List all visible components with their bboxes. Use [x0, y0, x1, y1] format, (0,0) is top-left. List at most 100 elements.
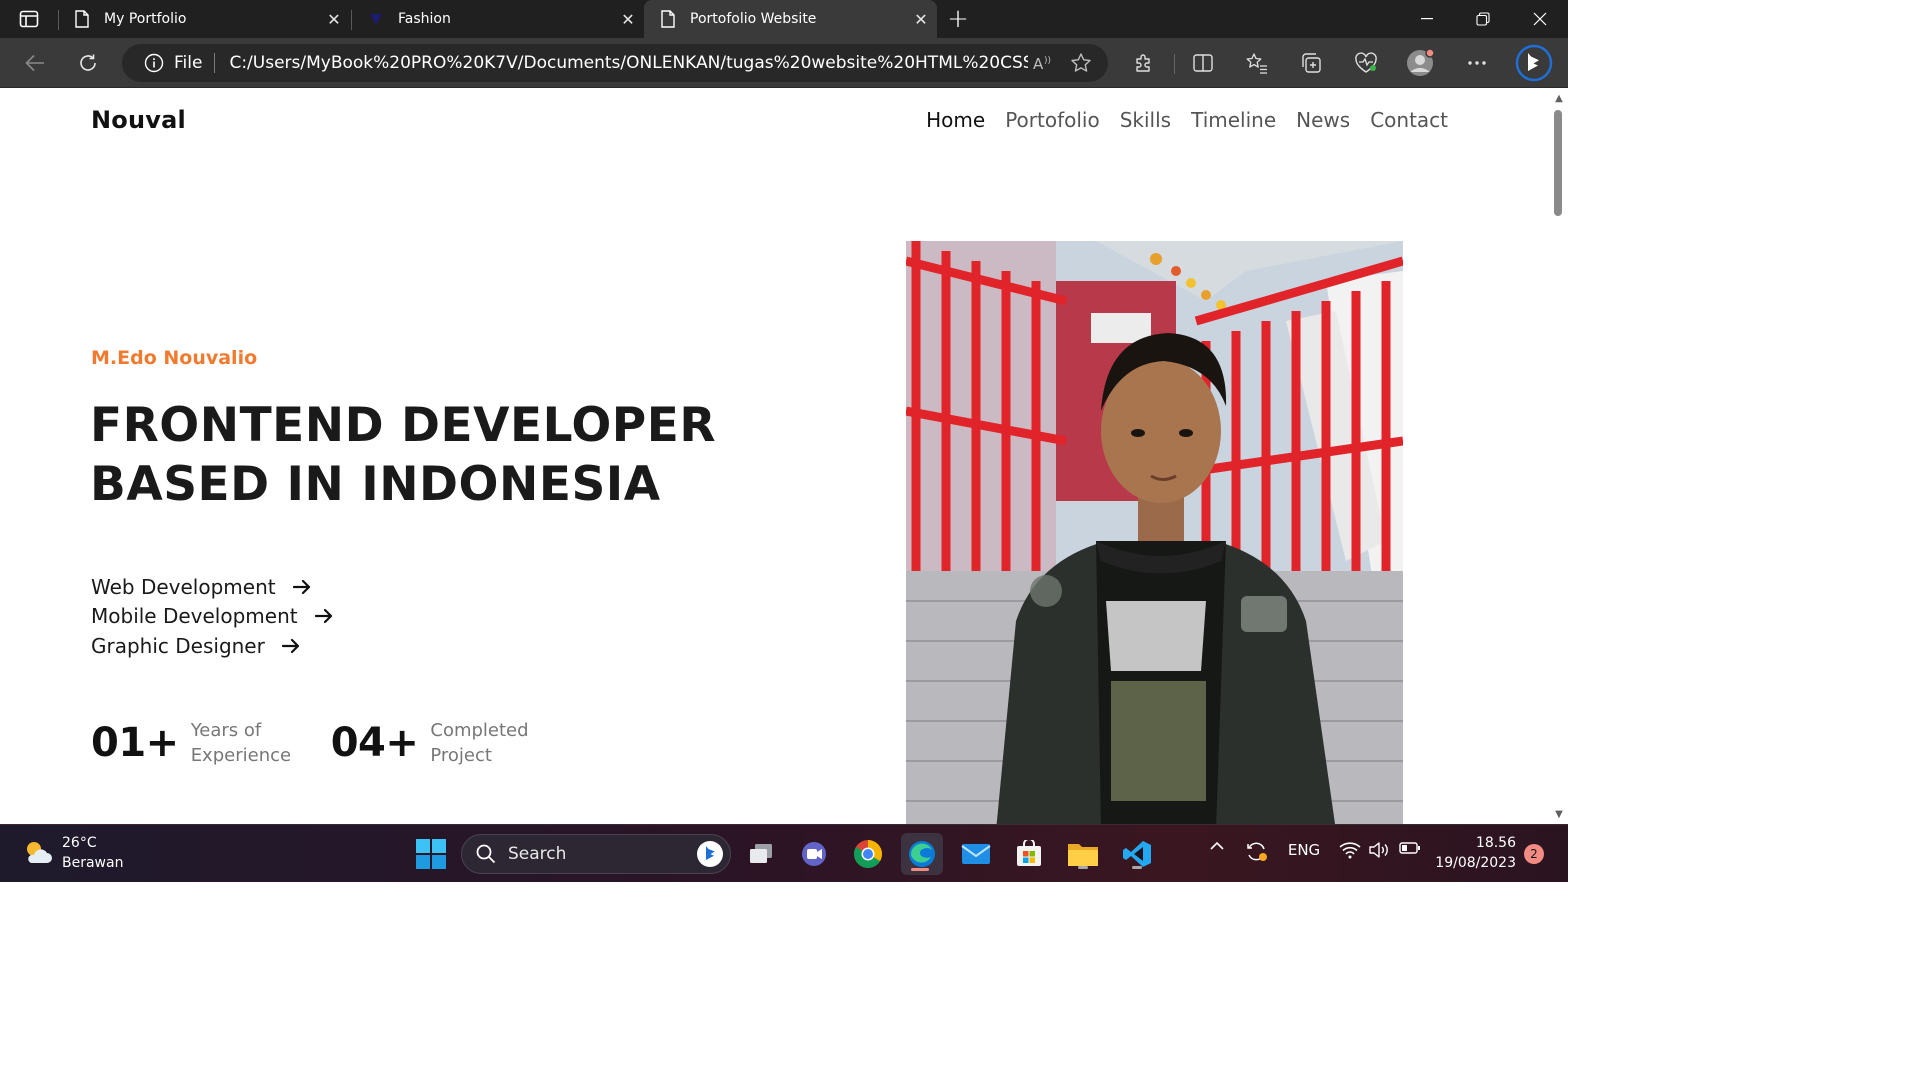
url-divider: [214, 53, 216, 73]
hero-name: M.Edo Nouvalio: [91, 347, 258, 369]
mail-icon[interactable]: [957, 835, 995, 873]
svg-text:)): )): [1044, 56, 1051, 66]
bing-copilot-icon[interactable]: [1514, 44, 1554, 82]
nav-skills[interactable]: Skills: [1120, 108, 1171, 132]
tab-title: Fashion: [398, 11, 451, 27]
tab-my-portfolio[interactable]: My Portfolio ✕: [58, 0, 350, 38]
extensions-icon[interactable]: [1128, 48, 1160, 78]
stat-experience: 01+ Years of Experience: [91, 718, 301, 768]
hero-title: FRONTEND DEVELOPER BASED IN INDONESIA: [90, 396, 810, 514]
address-bar[interactable]: File C:/Users/MyBook%20PRO%20K7V/Documen…: [122, 44, 1108, 82]
more-options-icon[interactable]: [1461, 48, 1493, 78]
tab-portofolio-website[interactable]: Portofolio Website ✕: [644, 0, 937, 38]
vscode-icon[interactable]: [1118, 835, 1156, 873]
info-icon[interactable]: [144, 53, 164, 73]
close-window-icon[interactable]: [1512, 0, 1568, 38]
arrow-right-icon: [314, 606, 334, 626]
tab-fashion[interactable]: Fashion ✕: [352, 0, 644, 38]
service-label: Graphic Designer: [91, 633, 265, 658]
taskbar-search[interactable]: Search: [461, 834, 731, 874]
url-text[interactable]: C:/Users/MyBook%20PRO%20K7V/Documents/ON…: [229, 53, 1028, 73]
main-nav: Home Portofolio Skills Timeline News Con…: [926, 108, 1448, 132]
page-icon: [660, 10, 676, 28]
collections-icon[interactable]: [1295, 48, 1327, 78]
arrow-right-icon: [292, 577, 312, 597]
battery-icon[interactable]: [1397, 841, 1423, 855]
clock-time: 18.56: [1475, 835, 1516, 851]
restore-icon[interactable]: [1455, 0, 1511, 38]
minimize-icon[interactable]: [1399, 0, 1455, 38]
edge-icon[interactable]: [901, 833, 943, 875]
close-tab-icon[interactable]: ✕: [320, 5, 348, 33]
search-label: Search: [508, 844, 567, 864]
browser-tab-bar: My Portfolio ✕ Fashion ✕ Portofolio Webs…: [0, 0, 1568, 38]
scroll-up-arrow-icon[interactable]: ▲: [1553, 92, 1565, 104]
show-hidden-icons-chevron-icon[interactable]: [1206, 841, 1228, 850]
tab-actions-icon[interactable]: [10, 7, 48, 31]
service-web-development[interactable]: Web Development: [91, 572, 334, 602]
profile-avatar[interactable]: [1404, 48, 1436, 78]
partly-cloudy-icon: [27, 842, 52, 863]
service-mobile-development[interactable]: Mobile Development: [91, 602, 334, 632]
windows-start-icon[interactable]: [414, 837, 448, 871]
chrome-icon[interactable]: [849, 835, 887, 873]
volume-icon[interactable]: [1367, 841, 1391, 859]
bing-icon[interactable]: [696, 840, 724, 868]
tab-title: My Portfolio: [104, 11, 187, 27]
search-icon: [474, 842, 498, 866]
browser-essentials-icon[interactable]: [1350, 48, 1382, 78]
page-scrollbar[interactable]: ▲ ▼: [1550, 88, 1568, 824]
tab-title: Portofolio Website: [690, 11, 817, 27]
page-icon: [74, 10, 90, 28]
weather-temp: 26°C: [62, 835, 97, 851]
nav-contact[interactable]: Contact: [1370, 108, 1448, 132]
stat-label: Years of Experience: [190, 720, 292, 766]
nav-news[interactable]: News: [1296, 108, 1350, 132]
language-indicator[interactable]: ENG: [1288, 841, 1320, 859]
weather-widget[interactable]: 26°C Berawan: [22, 833, 123, 873]
clock-date: 19/08/2023: [1435, 855, 1516, 871]
teams-chat-icon[interactable]: [795, 835, 833, 873]
hero-title-line-1: FRONTEND DEVELOPER: [90, 398, 717, 453]
favorite-star-icon[interactable]: [1066, 48, 1096, 78]
nav-home[interactable]: Home: [926, 108, 985, 132]
svg-text:A: A: [1033, 55, 1044, 72]
close-tab-icon[interactable]: ✕: [614, 5, 642, 33]
wifi-icon[interactable]: [1338, 841, 1362, 859]
read-aloud-icon[interactable]: A)): [1028, 48, 1058, 78]
task-view-icon[interactable]: [742, 835, 780, 873]
close-tab-icon[interactable]: ✕: [907, 5, 935, 33]
stat-label: Completed Project: [430, 720, 529, 766]
nav-portofolio[interactable]: Portofolio: [1005, 108, 1100, 132]
weather-condition: Berawan: [62, 855, 124, 871]
microsoft-store-icon[interactable]: [1010, 835, 1048, 873]
new-tab-icon[interactable]: +: [944, 4, 972, 34]
refresh-icon[interactable]: [73, 48, 103, 78]
stat-number: 04+: [330, 720, 419, 766]
service-label: Web Development: [91, 574, 276, 599]
fashion-favicon-icon: [368, 10, 384, 28]
site-logo[interactable]: Nouval: [91, 106, 186, 134]
stat-number: 01+: [91, 720, 179, 766]
hero-title-line-2: BASED IN INDONESIA: [90, 457, 661, 512]
running-indicator: [911, 868, 929, 871]
sync-icon[interactable]: [1244, 841, 1270, 863]
service-graphic-designer[interactable]: Graphic Designer: [91, 631, 334, 661]
arrow-right-icon: [281, 636, 301, 656]
services-list: Web Development Mobile Development Graph…: [91, 572, 334, 661]
running-indicator: [1132, 866, 1142, 869]
nav-timeline[interactable]: Timeline: [1191, 108, 1276, 132]
scheme-label: File: [174, 53, 203, 73]
split-screen-icon[interactable]: [1187, 48, 1219, 78]
profile-photo: [906, 241, 1403, 824]
stat-projects: 04+ Completed Project: [331, 718, 541, 768]
running-indicator: [1078, 866, 1088, 869]
scroll-thumb[interactable]: [1554, 110, 1562, 216]
back-arrow-icon[interactable]: [20, 48, 50, 78]
favorites-icon[interactable]: [1241, 48, 1273, 78]
system-clock[interactable]: 18.56 19/08/2023: [1434, 833, 1516, 873]
service-label: Mobile Development: [91, 604, 298, 629]
file-explorer-icon[interactable]: [1064, 835, 1102, 873]
notification-badge[interactable]: 2: [1524, 844, 1544, 864]
scroll-down-arrow-icon[interactable]: ▼: [1553, 808, 1565, 820]
